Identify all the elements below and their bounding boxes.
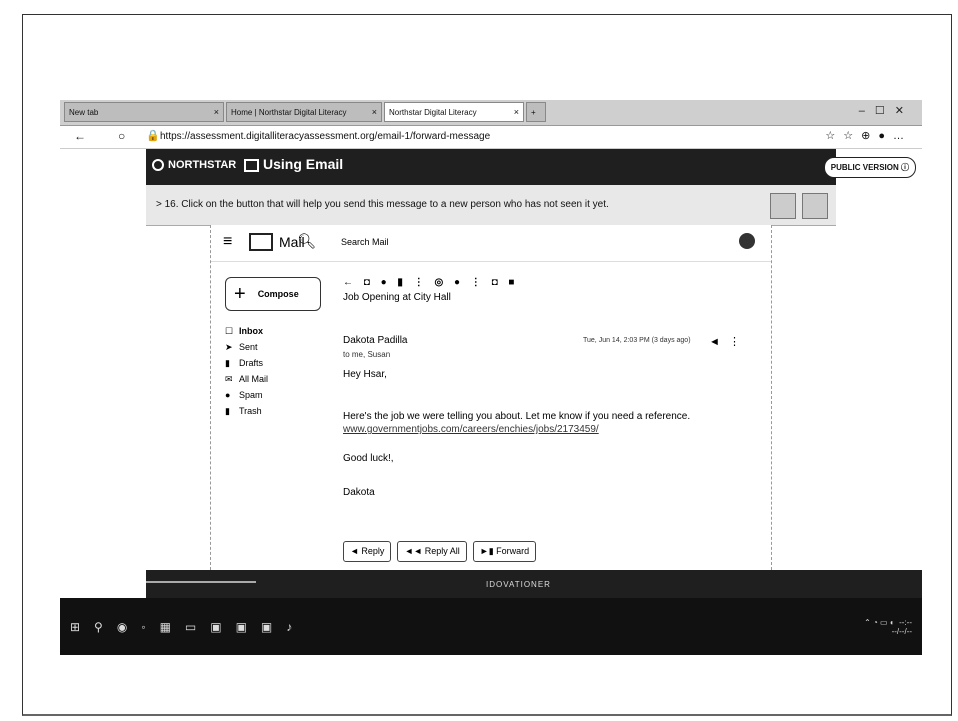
tab-label: New tab (69, 107, 99, 117)
message-recipients: to me, Susan (343, 350, 391, 359)
sidebar-item-spam[interactable]: ● Spam (225, 387, 268, 403)
compass-icon (152, 159, 164, 172)
folder-label: All Mail (239, 374, 269, 384)
plus-icon: + (531, 107, 536, 117)
reply-label: Reply (361, 546, 385, 556)
inbox-icon: ☐ (225, 325, 234, 336)
windows-taskbar: ⊞⚲◉◦▦▭▣▣▣♪ ⌃ ◔ ▭ ◐ --:-- --/--/-- (60, 598, 922, 655)
mail-topbar: ≡ Mail 🔍︎ Search Mail (211, 225, 771, 262)
tab-label: Northstar Digital Literacy (389, 107, 477, 117)
sidebar-item-trash[interactable]: ▮ Trash (225, 403, 268, 419)
message-view: ← ◘ ● ▮ ⋮ ◎ ● ⋮ ◘ ■ Job Opening at City … (343, 277, 763, 498)
sidebar-item-inbox[interactable]: ☐ Inbox (225, 323, 268, 339)
closing: Good luck!, (343, 453, 394, 464)
public-version-button[interactable]: PUBLIC VERSION ⓘ (823, 157, 916, 178)
folder-list: ☐ Inbox ➤ Sent ▮ Drafts ✉ All Mail ● Spam ▮ Tr… (225, 323, 268, 419)
message-sender: Dakota Padilla (343, 335, 408, 346)
sidebar-item-all-mail[interactable]: ✉ All Mail (225, 371, 268, 387)
northstar-logo: NORTHSTAR (152, 159, 237, 172)
reply-icon[interactable]: ◄ ⋮ (709, 335, 740, 348)
compose-button[interactable]: + Compose (225, 277, 321, 311)
forward-button[interactable]: ►▮ Forward (472, 541, 537, 562)
question-bar: > 16. Click on the button that will help… (146, 185, 836, 226)
avatar[interactable] (739, 233, 755, 249)
folder-label: Inbox (239, 326, 263, 336)
browser-toolbar-icons[interactable]: ☆☆⊕●… (825, 129, 912, 142)
tab-home[interactable]: Home | Northstar Digital Literacy × (226, 102, 382, 122)
footer-label: IDOVATIONER (486, 580, 551, 589)
audio-icon[interactable] (770, 193, 796, 219)
forward-label: Forward (496, 546, 530, 556)
trash-icon: ▮ (225, 405, 230, 416)
public-version-label: PUBLIC VERSION (830, 163, 899, 172)
compose-label: Compose (257, 289, 299, 299)
message-date: Tue, Jun 14, 2:03 PM (3 days ago) (583, 337, 691, 344)
tab-new[interactable]: New tab × (64, 102, 224, 122)
job-link[interactable]: www.governmentjobs.com/careers/enchies/j… (343, 424, 599, 435)
taskbar-icons[interactable]: ⊞⚲◉◦▦▭▣▣▣♪ (70, 620, 306, 634)
reply-button[interactable]: ◄ Reply (343, 541, 392, 562)
tab-northstar[interactable]: Northstar Digital Literacy × (384, 102, 524, 122)
folder-label: Drafts (239, 358, 264, 368)
plus-icon: + (234, 282, 246, 305)
sent-icon: ➤ (225, 341, 233, 352)
reload-icon[interactable]: ○ (118, 129, 125, 143)
greeting: Hey Hsar, (343, 369, 387, 380)
window-controls[interactable]: –☐✕ (859, 104, 914, 117)
sidebar-item-drafts[interactable]: ▮ Drafts (225, 355, 268, 371)
body-text: Here's the job we were telling you about… (343, 411, 691, 422)
northstar-header: NORTHSTAR Using Email PUBLIC VERSION ⓘ (146, 149, 916, 185)
module-title: Using Email (244, 156, 343, 172)
drafts-icon: ▮ (225, 357, 230, 368)
close-icon[interactable]: × (514, 107, 519, 117)
tab-label: Home | Northstar Digital Literacy (231, 107, 347, 117)
folder-label: Sent (239, 342, 258, 352)
progress-line (146, 581, 256, 583)
signature: Dakota (343, 487, 375, 498)
search-icon[interactable]: 🔍︎ (297, 232, 316, 250)
new-tab-button[interactable]: + (526, 102, 546, 122)
message-subject: Job Opening at City Hall (343, 292, 451, 303)
keyboard-icon[interactable] (802, 193, 828, 219)
folder-label: Trash (239, 406, 262, 416)
spam-icon: ● (225, 390, 231, 400)
close-icon[interactable]: × (372, 107, 377, 117)
message-actions: ◄ Reply ◄◄ Reply All ►▮ Forward (343, 541, 537, 562)
message-toolbar-icons[interactable]: ← ◘ ● ▮ ⋮ ◎ ● ⋮ ◘ ■ (343, 277, 763, 288)
sidebar-item-sent[interactable]: ➤ Sent (225, 339, 268, 355)
lock-icon: 🔒 (146, 130, 160, 142)
back-icon[interactable]: ← (74, 129, 86, 143)
search-input[interactable]: Search Mail (341, 237, 389, 247)
brand-name: NORTHSTAR (168, 159, 237, 171)
module-name: Using Email (263, 156, 344, 172)
email-icon (244, 158, 259, 172)
browser-tab-bar: New tab × Home | Northstar Digital Litera… (60, 100, 922, 126)
question-text: > 16. Click on the button that will help… (156, 199, 609, 210)
mail-envelope-icon (249, 233, 273, 251)
reply-all-button[interactable]: ◄◄ Reply All (397, 541, 467, 562)
reply-all-label: Reply All (424, 546, 460, 556)
mail-client: ≡ Mail 🔍︎ Search Mail + Compose ☐ Inbox ➤ S… (210, 225, 772, 570)
url-field[interactable]: https://assessment.digitalliteracyassess… (160, 131, 490, 142)
close-icon[interactable]: × (214, 107, 219, 117)
all-mail-icon: ✉ (225, 373, 233, 384)
screenshot: New tab × Home | Northstar Digital Litera… (60, 100, 922, 655)
assessment-footer: IDOVATIONER (146, 570, 922, 598)
system-tray[interactable]: ⌃ ◔ ▭ ◐ --:-- --/--/-- (864, 618, 912, 636)
folder-label: Spam (239, 390, 263, 400)
address-bar: ← ○ 🔒 https://assessment.digitalliteracy… (60, 126, 922, 149)
menu-icon[interactable]: ≡ (223, 233, 232, 251)
